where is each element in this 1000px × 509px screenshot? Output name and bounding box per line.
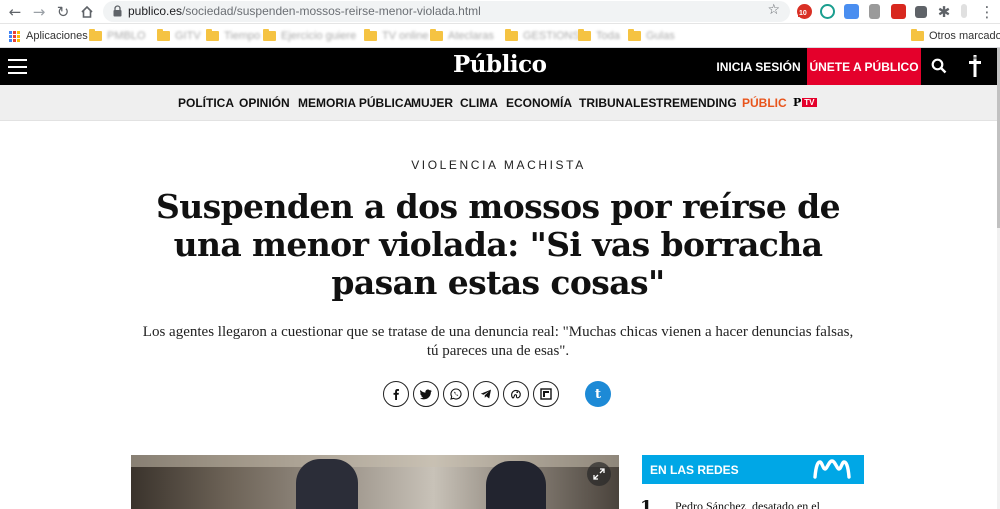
puzzle-extensions-icon[interactable]: ✱ (935, 3, 953, 21)
lead-photo (131, 455, 619, 509)
login-button[interactable]: INICIA SESIÓN (710, 48, 807, 85)
home-icon[interactable] (78, 3, 96, 21)
expand-image-icon[interactable] (587, 462, 611, 486)
share-meneame-button[interactable] (503, 381, 529, 407)
bookmark-folder[interactable]: Toda (578, 28, 620, 44)
bookmark-folder[interactable]: Tiempo (206, 28, 260, 44)
share-flipboard-button[interactable] (533, 381, 559, 407)
bookmark-star-icon[interactable]: ☆ (767, 2, 780, 18)
folder-icon (157, 29, 170, 41)
site-logo[interactable]: Público (453, 51, 547, 78)
site-header: Público INICIA SESIÓN ÚNETE A PÚBLICO (0, 48, 997, 85)
en-las-redes-label: EN LAS REDES (650, 463, 739, 477)
url-host: publico.es (128, 4, 183, 18)
share-telegram-button[interactable] (473, 381, 499, 407)
facebook-icon (393, 389, 399, 400)
extension-badge: 10 (798, 10, 808, 17)
photo-figure (296, 459, 358, 509)
trending-rank: 1 (640, 497, 653, 509)
article-kicker[interactable]: VIOLENCIA MACHISTA (0, 158, 997, 172)
movistar-logo-icon[interactable] (812, 459, 852, 479)
share-brand-button[interactable]: t (585, 381, 611, 407)
folder-icon (628, 29, 641, 41)
bookmark-folder[interactable]: Gulas (628, 28, 675, 44)
lock-icon (113, 5, 122, 17)
hamburger-menu-icon[interactable] (8, 59, 27, 74)
folder-icon (430, 29, 443, 41)
nav-item-economia[interactable]: ECONOMÍA (506, 96, 572, 110)
bookmark-apps[interactable]: Aplicaciones (9, 28, 88, 44)
telegram-icon (480, 389, 491, 399)
nav-item-tribunales[interactable]: TRIBUNALES (579, 96, 656, 110)
reload-icon[interactable]: ↻ (54, 3, 72, 21)
search-icon[interactable] (931, 58, 947, 74)
section-nav: POLÍTICA OPINIÓN MEMORIA PÚBLICA MUJER C… (0, 85, 997, 121)
bookmark-folder[interactable]: Ejercicio guiere (263, 28, 356, 44)
extension-blue-icon[interactable] (844, 4, 859, 19)
bookmark-other[interactable]: Otros marcadores (911, 28, 1000, 44)
browser-toolbar: ← → ↻ publico.es/sociedad/suspenden-moss… (0, 0, 1000, 24)
twitter-icon (420, 389, 432, 400)
chrome-menu-icon[interactable]: ⋮ (978, 3, 996, 21)
pdf-extension-icon[interactable] (891, 4, 906, 19)
meneame-icon (511, 389, 521, 399)
back-arrow-icon[interactable]: ← (6, 3, 24, 21)
folder-icon (263, 29, 276, 41)
forward-arrow-icon[interactable]: → (30, 3, 48, 21)
folder-icon (89, 29, 102, 41)
bookmark-apps-label: Aplicaciones (26, 30, 88, 42)
bookmark-folder[interactable]: PMBLO (89, 28, 146, 44)
nav-item-clima[interactable]: CLIMA (460, 96, 498, 110)
folder-icon (364, 29, 377, 41)
nav-item-memoria-publica[interactable]: MEMORIA PÚBLICA (298, 96, 412, 110)
address-bar[interactable]: publico.es/sociedad/suspenden-mossos-rei… (103, 1, 790, 22)
share-facebook-button[interactable] (383, 381, 409, 407)
share-twitter-button[interactable] (413, 381, 439, 407)
whatsapp-icon (450, 388, 462, 400)
bookmark-other-label: Otros marcadores (929, 30, 1000, 42)
bookmark-folder[interactable]: GESTIONS (505, 28, 580, 44)
memorial-cross-icon[interactable] (968, 54, 982, 79)
folder-icon (578, 29, 591, 41)
adblock-extension-icon[interactable]: 10 (797, 4, 812, 19)
extension-gray-icon[interactable] (961, 4, 967, 18)
extension-c-icon[interactable] (820, 4, 835, 19)
apps-grid-icon (9, 30, 20, 42)
nav-item-ptv[interactable]: P TV (793, 96, 817, 109)
folder-icon (206, 29, 219, 41)
nav-item-tremending[interactable]: TREMENDING (656, 96, 737, 110)
article-headline: Suspenden a dos mossos por reírse de una… (155, 187, 841, 302)
nav-item-opinion[interactable]: OPINIÓN (239, 96, 290, 110)
extension-flag-icon[interactable] (915, 6, 927, 18)
bookmark-folder[interactable]: TV online (364, 28, 428, 44)
article-subtitle: Los agentes llegaron a cuestionar que se… (142, 324, 854, 359)
url-text: publico.es/sociedad/suspenden-mossos-rei… (128, 4, 481, 18)
folder-icon (911, 29, 924, 41)
nav-item-mujer[interactable]: MUJER (411, 96, 453, 110)
bookmark-folder[interactable]: GITV (157, 28, 201, 44)
nav-item-politica[interactable]: POLÍTICA (178, 96, 234, 110)
url-path: /sociedad/suspenden-mossos-reirse-menor-… (182, 4, 481, 18)
folder-icon (505, 29, 518, 41)
extension-db-icon[interactable] (869, 4, 880, 19)
share-whatsapp-button[interactable] (443, 381, 469, 407)
bookmark-folder[interactable]: Ateclaras (430, 28, 494, 44)
nav-item-public[interactable]: PÚBLIC (742, 96, 787, 110)
flipboard-icon (540, 388, 552, 400)
join-button[interactable]: ÚNETE A PÚBLICO (807, 48, 921, 85)
trending-item-title[interactable]: Pedro Sánchez, desatado en el (675, 499, 820, 509)
bookmarks-bar: Aplicaciones PMBLO GITV Tiempo Ejercicio… (0, 24, 1000, 48)
photo-figure (486, 461, 546, 509)
